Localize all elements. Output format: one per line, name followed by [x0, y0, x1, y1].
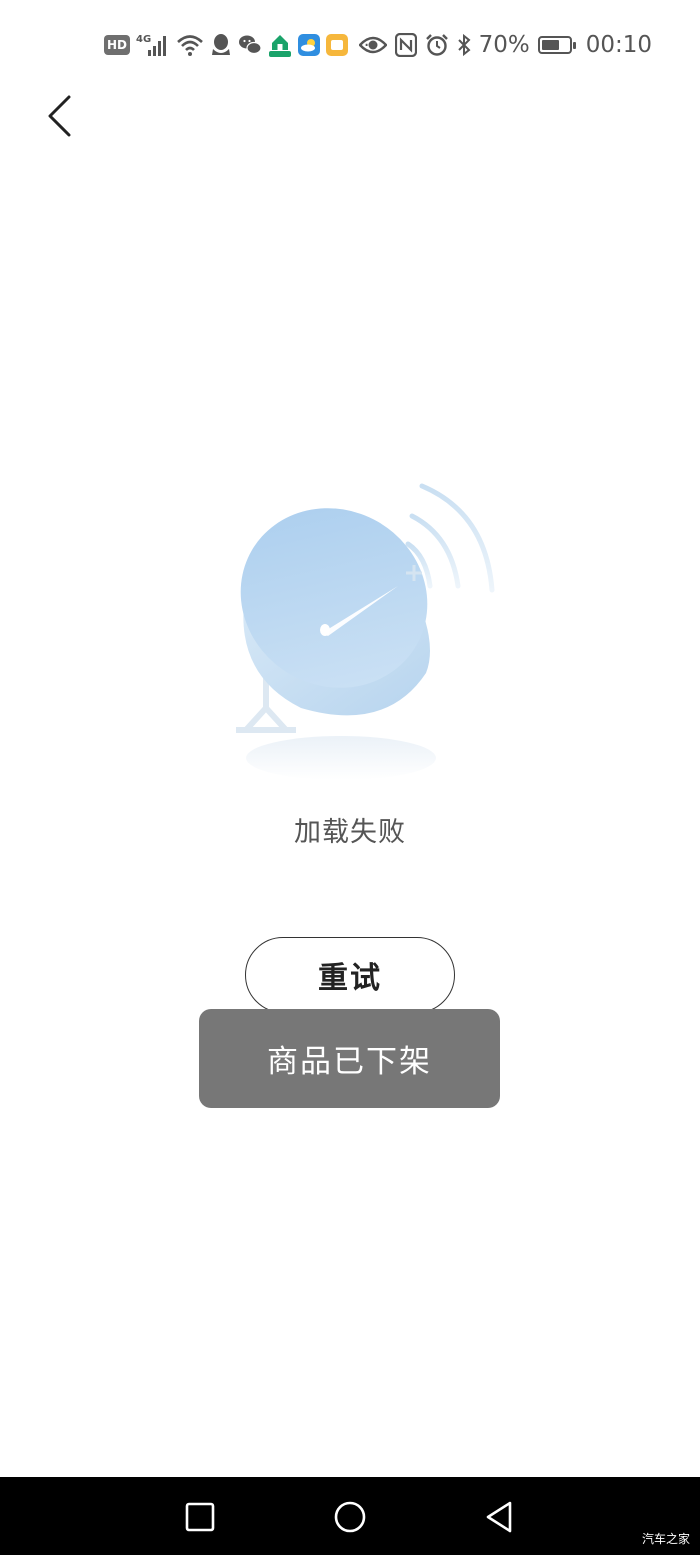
wechat-icon	[238, 33, 262, 57]
signal-icon: 4G	[136, 33, 170, 57]
watermark: 汽车之家	[641, 1532, 690, 1546]
load-failed-text: 加载失败	[294, 817, 406, 848]
load-failed-illustration	[226, 478, 506, 788]
back-button[interactable]	[36, 88, 86, 144]
weather-app-icon	[298, 33, 321, 57]
alarm-icon	[425, 33, 449, 57]
battery-level-fill	[541, 40, 560, 50]
satellite-dish-icon	[236, 483, 495, 780]
recent-apps-icon	[185, 1502, 215, 1532]
notes-app-icon	[326, 33, 349, 57]
home-button[interactable]	[330, 1497, 370, 1537]
clock: 00:10	[585, 32, 652, 58]
status-icons-left: HD 4G ···	[104, 31, 375, 59]
battery-percent: 70%	[478, 32, 530, 58]
qq-icon	[210, 33, 232, 57]
hd-icon: HD	[104, 35, 131, 55]
status-icons-right: 70% 00:10	[358, 30, 652, 60]
bluetooth-icon	[457, 33, 471, 57]
status-bar: HD 4G ··· 70% 00:10	[0, 0, 700, 90]
toast-message: 商品已下架	[199, 1009, 500, 1108]
chevron-left-icon	[48, 95, 71, 137]
network-type-label: 4G	[136, 34, 151, 45]
home-icon	[334, 1501, 366, 1533]
home-app-icon	[268, 33, 292, 57]
battery-icon	[537, 36, 576, 54]
recent-apps-button[interactable]	[180, 1497, 220, 1537]
wifi-icon	[176, 33, 204, 57]
retry-button[interactable]: 重试	[245, 937, 455, 1013]
eye-icon	[358, 33, 387, 57]
back-icon	[486, 1501, 512, 1533]
system-nav-bar: 汽车之家	[0, 1477, 700, 1555]
nfc-icon	[394, 33, 417, 57]
system-back-button[interactable]	[480, 1497, 520, 1537]
